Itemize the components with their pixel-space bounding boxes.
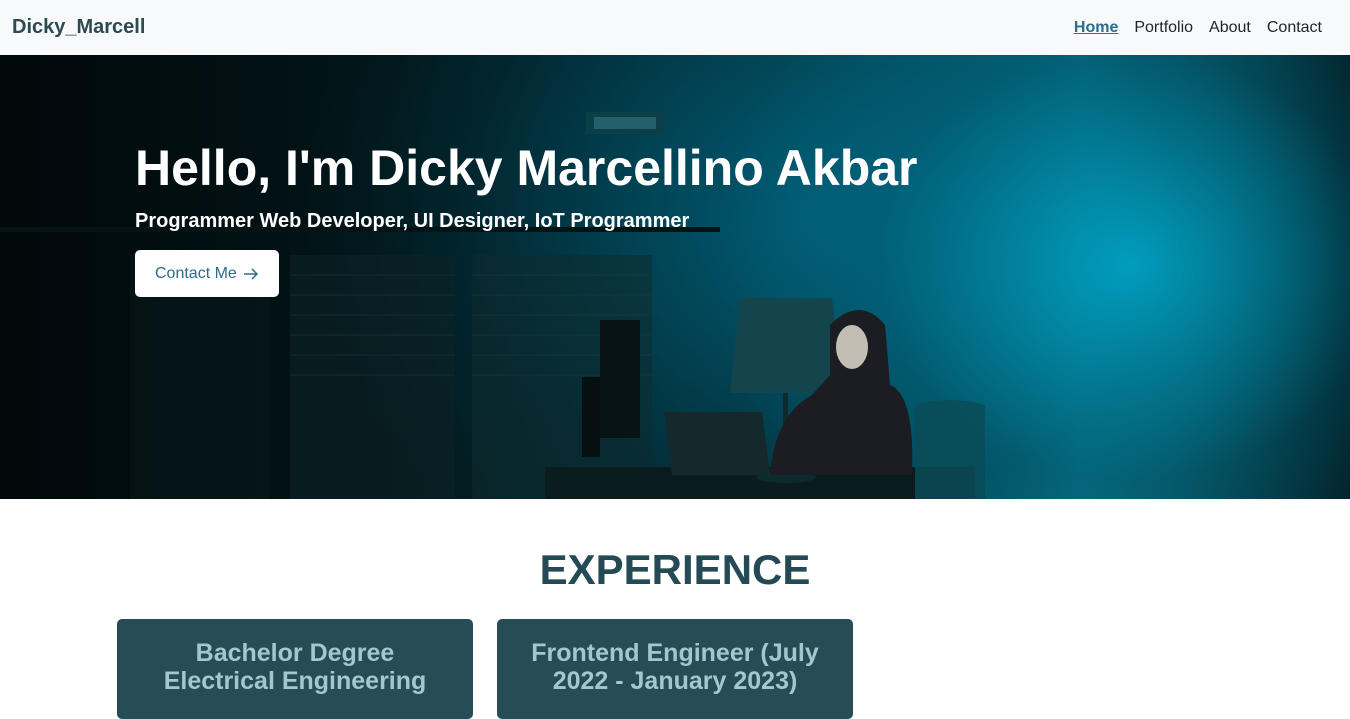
brand-logo[interactable]: Dicky_Marcell	[12, 16, 145, 39]
experience-card-title: Bachelor Degree Electrical Engineering	[163, 639, 427, 695]
contact-me-label: Contact Me	[155, 264, 237, 282]
experience-heading: EXPERIENCE	[539, 546, 811, 593]
hero-title: Hello, I'm Dicky Marcellino Akbar	[135, 140, 918, 196]
nav-link-home[interactable]: Home	[1066, 19, 1126, 37]
hero-content: Hello, I'm Dicky Marcellino Akbar Progra…	[135, 141, 918, 297]
navbar: Dicky_Marcell Home Portfolio About Conta…	[0, 0, 1350, 55]
experience-card: Frontend Engineer (July 2022 - January 2…	[497, 619, 853, 719]
nav-link-about[interactable]: About	[1201, 19, 1259, 37]
chair	[915, 400, 985, 499]
monitor	[600, 320, 640, 438]
experience-card-title: Frontend Engineer (July 2022 - January 2…	[531, 639, 819, 695]
nav-link-portfolio[interactable]: Portfolio	[1126, 19, 1201, 37]
arrow-right-icon	[243, 267, 258, 280]
contact-me-button[interactable]: Contact Me	[135, 250, 279, 297]
hero-section: Hello, I'm Dicky Marcellino Akbar Progra…	[0, 55, 1350, 499]
experience-card: Bachelor Degree Electrical Engineering	[117, 619, 473, 719]
lamp-shade	[730, 298, 843, 393]
laptop	[664, 412, 770, 475]
nav-links: Home Portfolio About Contact	[1066, 19, 1330, 37]
hero-subtitle: Programmer Web Developer, UI Designer, I…	[135, 210, 690, 232]
nav-link-contact[interactable]: Contact	[1259, 19, 1330, 37]
